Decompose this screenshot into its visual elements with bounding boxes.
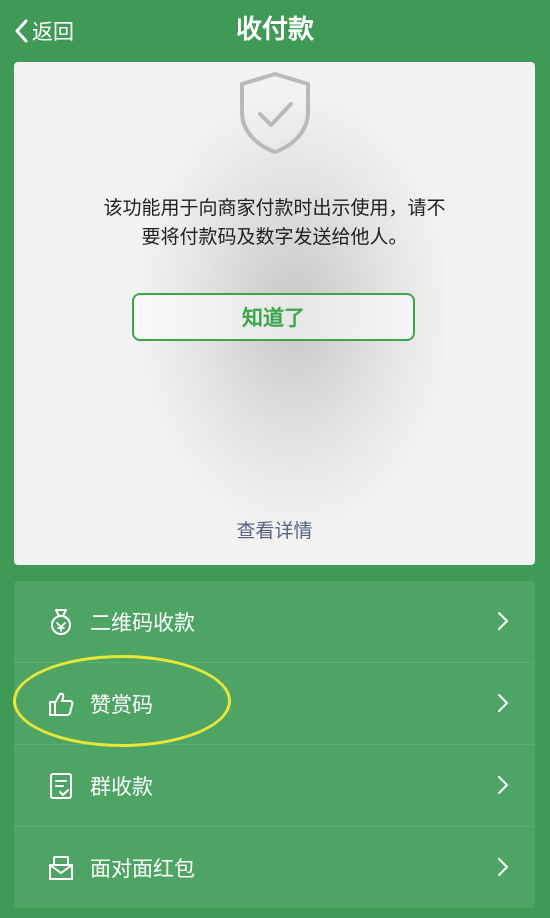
payment-notice-card: 该功能用于向商家付款时出示使用，请不 要将付款码及数字发送给他人。 知道了 查看… — [14, 62, 535, 565]
group-receipt-icon — [46, 771, 76, 801]
payment-menu-list: 二维码收款 赞赏码 群收款 面对面红包 — [14, 581, 535, 908]
notice-line-2: 要将付款码及数字发送给他人。 — [141, 226, 408, 248]
menu-item-qr-receive[interactable]: 二维码收款 — [14, 581, 535, 662]
chevron-right-icon — [498, 694, 508, 712]
menu-item-label: 二维码收款 — [90, 610, 195, 635]
chevron-right-icon — [498, 776, 508, 794]
menu-item-label: 面对面红包 — [90, 856, 195, 881]
notice-line-1: 该功能用于向商家付款时出示使用，请不 — [103, 197, 446, 219]
thumbs-up-icon — [46, 689, 76, 719]
menu-item-group-receive[interactable]: 群收款 — [14, 744, 535, 826]
menu-item-label: 群收款 — [90, 774, 153, 799]
navigation-bar: 返回 收付款 — [0, 0, 550, 62]
chevron-right-icon — [498, 858, 508, 876]
view-details-link[interactable]: 查看详情 — [14, 516, 535, 543]
page-title: 收付款 — [235, 15, 314, 45]
shield-check-icon — [240, 72, 310, 154]
menu-item-appreciation-code[interactable]: 赞赏码 — [14, 662, 535, 744]
chevron-right-icon — [498, 612, 508, 630]
money-bag-icon — [46, 607, 76, 637]
menu-item-face-to-face-red-packet[interactable]: 面对面红包 — [14, 826, 535, 908]
red-packet-icon — [46, 853, 76, 883]
security-notice-text: 该功能用于向商家付款时出示使用，请不 要将付款码及数字发送给他人。 — [54, 194, 495, 252]
got-it-button[interactable]: 知道了 — [132, 293, 415, 341]
menu-item-label: 赞赏码 — [90, 692, 153, 717]
